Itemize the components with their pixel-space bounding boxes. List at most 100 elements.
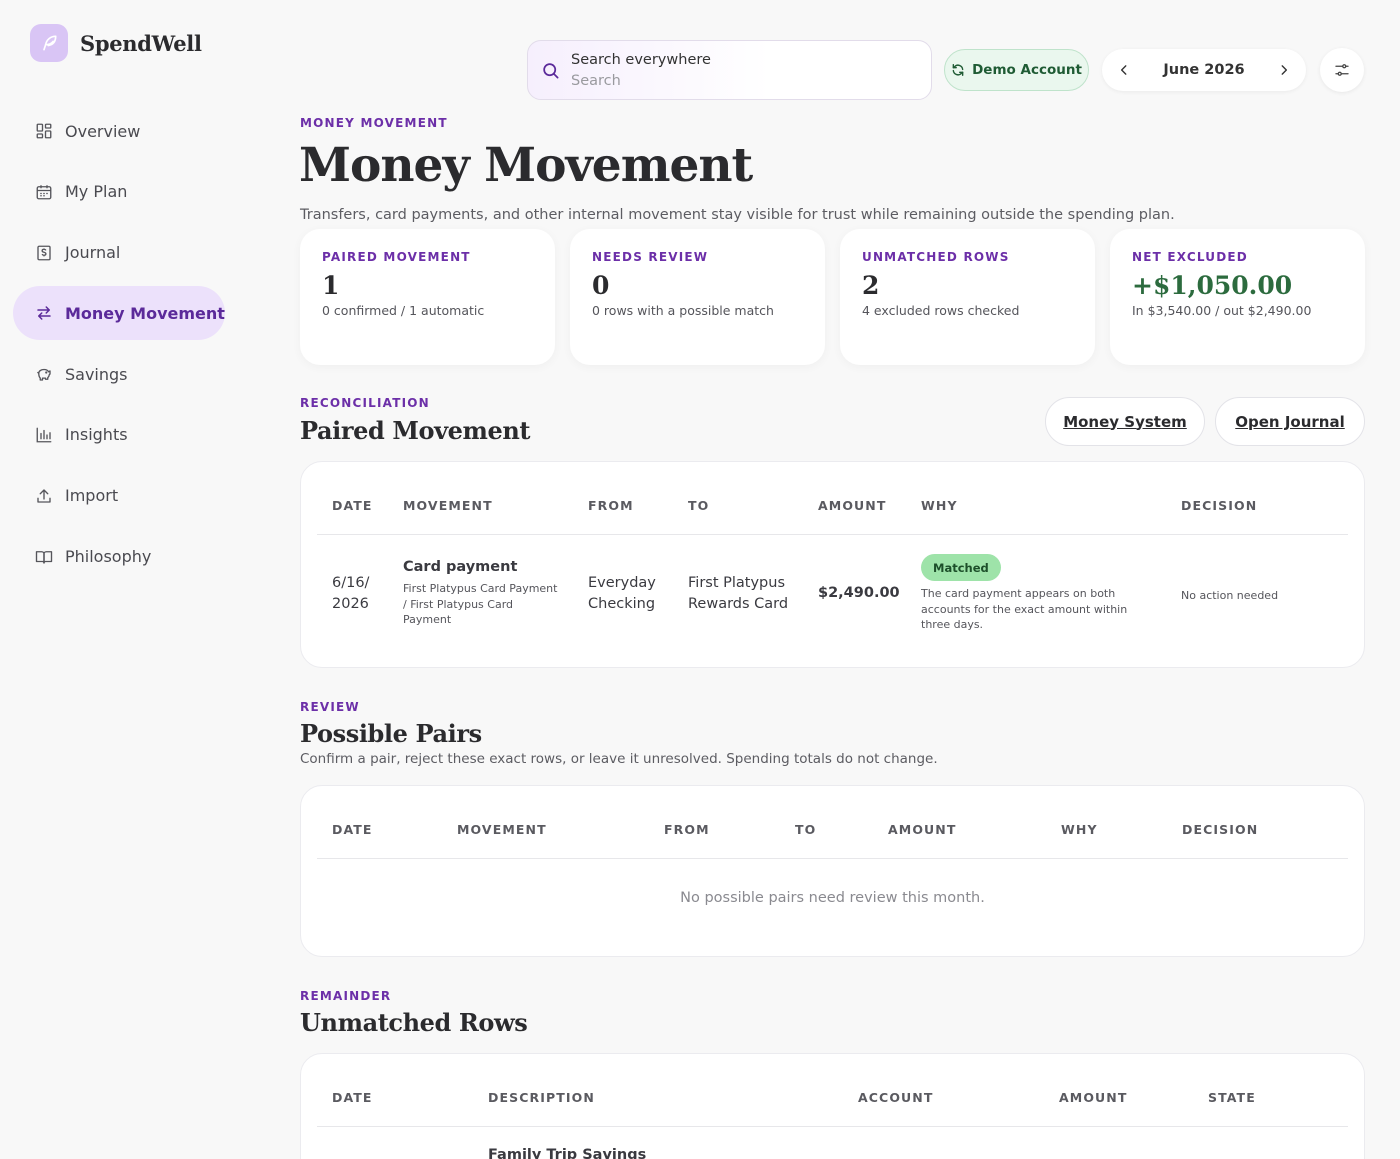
money-system-button[interactable]: Money System [1045,397,1205,446]
brand-name: SpendWell [80,30,202,56]
column-header: WHY [921,498,958,513]
feather-logo-icon [30,24,68,62]
stat-note: 4 excluded rows checked [862,303,1020,318]
column-header: AMOUNT [888,822,957,837]
row-why: The card payment appears on both account… [921,587,1128,631]
empty-state-message: No possible pairs need review this month… [680,890,985,906]
search-field-group: Search everywhere [571,50,891,90]
receipt-icon [34,243,54,263]
current-month: June 2026 [1163,62,1245,78]
row-from-line: Checking [588,596,656,612]
sidebar-item-philosophy[interactable]: Philosophy [13,530,225,584]
row-date: 6/16/ 2026 [332,573,369,615]
grid-icon [34,121,54,141]
bar-chart-icon [34,425,54,445]
piggy-bank-icon [34,364,54,384]
sidebar-item-insights[interactable]: Insights [13,408,225,462]
column-header: MOVEMENT [403,498,493,513]
unmatched-rows-table: DATE DESCRIPTION ACCOUNT AMOUNT STATE Fa… [300,1053,1365,1159]
month-selector: June 2026 [1102,49,1306,91]
row-from: Everyday Checking [588,573,656,615]
open-journal-button[interactable]: Open Journal [1215,397,1365,446]
row-amount: $2,490.00 [818,585,900,601]
row-movement: Card payment First Platypus Card Payment… [403,557,563,628]
column-header: AMOUNT [1059,1090,1128,1105]
column-header: TO [795,822,817,837]
sidebar-item-money-movement[interactable]: Money Movement [13,286,225,341]
column-header: FROM [664,822,710,837]
chevron-right-icon[interactable] [1274,60,1294,80]
sidebar-item-label: My Plan [65,182,128,202]
sidebar-item-import[interactable]: Import [13,469,225,523]
row-date-line: 2026 [332,596,369,612]
column-header: AMOUNT [818,498,887,513]
search-input[interactable] [571,73,891,89]
sidebar-item-my-plan[interactable]: My Plan [13,165,225,219]
sidebar-item-savings[interactable]: Savings [13,347,225,401]
sidebar-item-label: Overview [65,121,141,141]
demo-account-label: Demo Account [972,62,1082,78]
refresh-icon [951,63,965,77]
sidebar-item-journal[interactable]: Journal [13,226,225,280]
possible-pairs-table: DATE MOVEMENT FROM TO AMOUNT WHY DECISIO… [300,785,1365,957]
sliders-icon [1333,61,1351,79]
column-header: DATE [332,1090,373,1105]
row-description[interactable]: Family Trip Savings [488,1145,646,1159]
sidebar-item-label: Money Movement [65,303,225,323]
chevron-left-icon[interactable] [1114,60,1134,80]
sidebar: SpendWell Overview My Plan Journal Money… [0,0,250,1159]
stat-value: 2 [862,271,880,300]
stat-card-paired-movement: PAIRED MOVEMENT 1 0 confirmed / 1 automa… [300,229,555,365]
row-from-line: Everyday [588,575,656,591]
demo-account-button[interactable]: Demo Account [944,49,1089,91]
search-icon [541,61,560,80]
stat-label: PAIRED MOVEMENT [322,250,471,264]
section-title: Unmatched Rows [300,1008,528,1037]
stat-label: UNMATCHED ROWS [862,250,1010,264]
row-to: First Platypus Rewards Card [688,573,788,615]
row-to-line: Rewards Card [688,596,789,612]
column-header: DECISION [1182,822,1259,837]
status-badge: Matched [921,554,1001,581]
header-divider [317,1126,1348,1127]
calendar-icon [34,182,54,202]
sidebar-nav: Overview My Plan Journal Money Movement … [13,104,225,590]
book-icon [34,547,54,567]
section-eyebrow: RECONCILIATION [300,396,430,410]
page-subtitle: Transfers, card payments, and other inte… [300,207,1175,223]
sidebar-item-label: Philosophy [65,547,152,567]
column-header: MOVEMENT [457,822,547,837]
column-header: FROM [588,498,634,513]
row-date-line: 6/16/ [332,575,370,591]
search-box[interactable]: Search everywhere [527,40,932,100]
stat-card-unmatched-rows: UNMATCHED ROWS 2 4 excluded rows checked [840,229,1095,365]
movement-detail: First Platypus Card Payment / First Plat… [403,582,558,626]
column-header: ACCOUNT [858,1090,934,1105]
row-decision: No action needed [1181,589,1279,602]
sidebar-item-label: Insights [65,425,128,445]
column-header: WHY [1061,822,1098,837]
sidebar-item-label: Import [65,486,119,506]
transfer-arrows-icon [34,303,54,323]
page-title: Money Movement [299,138,753,193]
sidebar-item-label: Savings [65,364,128,384]
header-divider [317,858,1348,859]
column-header: STATE [1208,1090,1256,1105]
column-header: DATE [332,822,373,837]
stat-label: NET EXCLUDED [1132,250,1248,264]
section-subtitle: Confirm a pair, reject these exact rows,… [300,751,938,767]
stat-card-net-excluded: NET EXCLUDED +$1,050.00 In $3,540.00 / o… [1110,229,1365,365]
brand[interactable]: SpendWell [30,24,202,62]
column-header: DATE [332,498,373,513]
search-label: Search everywhere [571,52,711,68]
filter-settings-button[interactable] [1320,48,1364,92]
sidebar-item-overview[interactable]: Overview [13,104,225,158]
column-header: DESCRIPTION [488,1090,595,1105]
stat-note: In $3,540.00 / out $2,490.00 [1132,303,1312,318]
sidebar-item-label: Journal [65,243,121,263]
column-header: DECISION [1181,498,1258,513]
stat-value: +$1,050.00 [1132,271,1293,300]
section-eyebrow: REMAINDER [300,989,392,1003]
page-eyebrow: MONEY MOVEMENT [300,116,448,130]
section-title: Possible Pairs [300,719,482,748]
